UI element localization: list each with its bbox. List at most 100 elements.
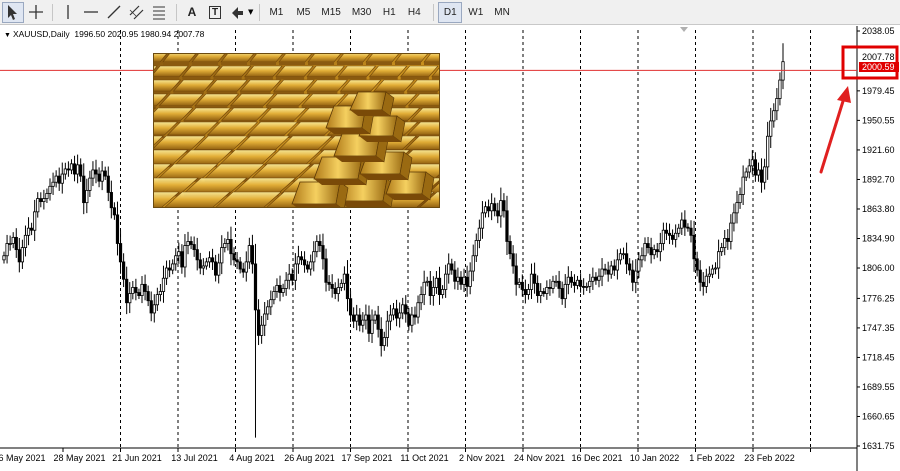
- candle[interactable]: [348, 290, 353, 322]
- candle[interactable]: [226, 231, 230, 251]
- candle[interactable]: [333, 282, 337, 300]
- candle[interactable]: [413, 306, 417, 325]
- candle[interactable]: [772, 103, 776, 128]
- candle[interactable]: [327, 275, 331, 291]
- candle[interactable]: [621, 247, 626, 260]
- candle[interactable]: [118, 230, 123, 274]
- candle[interactable]: [180, 244, 184, 274]
- candle[interactable]: [551, 275, 555, 294]
- candle[interactable]: [631, 260, 635, 292]
- candle[interactable]: [554, 275, 558, 287]
- candle[interactable]: [11, 232, 15, 249]
- candle[interactable]: [204, 257, 209, 270]
- candle[interactable]: [431, 276, 435, 306]
- candle[interactable]: [33, 199, 37, 241]
- candle[interactable]: [149, 291, 153, 322]
- candle[interactable]: [698, 260, 702, 292]
- candle[interactable]: [683, 210, 687, 236]
- candle[interactable]: [109, 180, 113, 219]
- candle[interactable]: [106, 166, 110, 202]
- candle[interactable]: [352, 307, 356, 329]
- candle[interactable]: [766, 121, 770, 180]
- candle[interactable]: [499, 187, 503, 228]
- candle[interactable]: [256, 299, 261, 346]
- candle[interactable]: [603, 263, 607, 275]
- candle[interactable]: [404, 295, 408, 323]
- candle[interactable]: [532, 262, 537, 294]
- text-tool[interactable]: A: [181, 2, 203, 23]
- candle[interactable]: [76, 154, 80, 184]
- candle[interactable]: [26, 217, 31, 246]
- candle[interactable]: [480, 201, 485, 239]
- candle[interactable]: [542, 287, 546, 297]
- candle[interactable]: [447, 253, 451, 284]
- candle[interactable]: [459, 271, 463, 290]
- candle[interactable]: [82, 163, 86, 215]
- candle[interactable]: [582, 278, 586, 295]
- candle[interactable]: [174, 248, 178, 271]
- candle[interactable]: [318, 234, 322, 252]
- candle[interactable]: [358, 308, 362, 332]
- candle[interactable]: [618, 248, 623, 265]
- candle[interactable]: [220, 235, 224, 275]
- candle[interactable]: [309, 254, 313, 276]
- candle[interactable]: [425, 276, 429, 287]
- candle[interactable]: [376, 305, 380, 338]
- candle[interactable]: [63, 162, 67, 180]
- candle[interactable]: [361, 312, 365, 333]
- candle[interactable]: [486, 199, 491, 218]
- candle[interactable]: [171, 259, 175, 275]
- candle[interactable]: [686, 223, 690, 232]
- candle[interactable]: [578, 273, 583, 293]
- timeframe-d1-button[interactable]: D1: [438, 1, 463, 23]
- text-label-tool[interactable]: T: [204, 2, 226, 23]
- candle[interactable]: [514, 253, 518, 296]
- candle[interactable]: [444, 264, 448, 298]
- candle[interactable]: [373, 310, 377, 325]
- candle[interactable]: [594, 272, 598, 285]
- candle[interactable]: [465, 265, 469, 297]
- candle[interactable]: [97, 167, 101, 188]
- candle[interactable]: [214, 254, 218, 282]
- candle[interactable]: [370, 309, 374, 343]
- trendline-tool[interactable]: [103, 2, 125, 23]
- candle[interactable]: [401, 297, 405, 320]
- vertical-line-tool[interactable]: [57, 2, 79, 23]
- candle[interactable]: [134, 278, 138, 301]
- candle[interactable]: [168, 260, 172, 278]
- candle[interactable]: [526, 283, 531, 300]
- candle[interactable]: [210, 248, 215, 270]
- candle[interactable]: [670, 229, 675, 245]
- candle[interactable]: [667, 223, 672, 245]
- candle[interactable]: [652, 244, 656, 260]
- candle[interactable]: [529, 263, 534, 299]
- candle[interactable]: [483, 201, 488, 218]
- candle[interactable]: [272, 286, 276, 305]
- candle[interactable]: [508, 235, 512, 260]
- candle[interactable]: [269, 290, 273, 316]
- crosshair-tool[interactable]: [25, 2, 47, 23]
- candle[interactable]: [66, 161, 71, 177]
- candle[interactable]: [505, 195, 509, 255]
- candle[interactable]: [778, 72, 782, 106]
- candle[interactable]: [680, 212, 684, 235]
- candle[interactable]: [600, 258, 604, 287]
- candle[interactable]: [30, 222, 34, 236]
- candle[interactable]: [281, 283, 285, 297]
- candle[interactable]: [367, 305, 371, 342]
- candle[interactable]: [440, 285, 445, 299]
- candle[interactable]: [493, 197, 497, 217]
- candle[interactable]: [201, 258, 205, 276]
- candle[interactable]: [606, 261, 610, 282]
- candle[interactable]: [490, 193, 494, 221]
- candle[interactable]: [238, 257, 242, 274]
- candle[interactable]: [72, 155, 77, 182]
- candle[interactable]: [398, 302, 402, 328]
- candle[interactable]: [155, 287, 159, 311]
- candle[interactable]: [710, 264, 715, 279]
- candle[interactable]: [437, 266, 442, 305]
- candle[interactable]: [523, 279, 527, 304]
- candle[interactable]: [57, 167, 61, 191]
- candle[interactable]: [158, 284, 163, 302]
- candle[interactable]: [456, 267, 460, 290]
